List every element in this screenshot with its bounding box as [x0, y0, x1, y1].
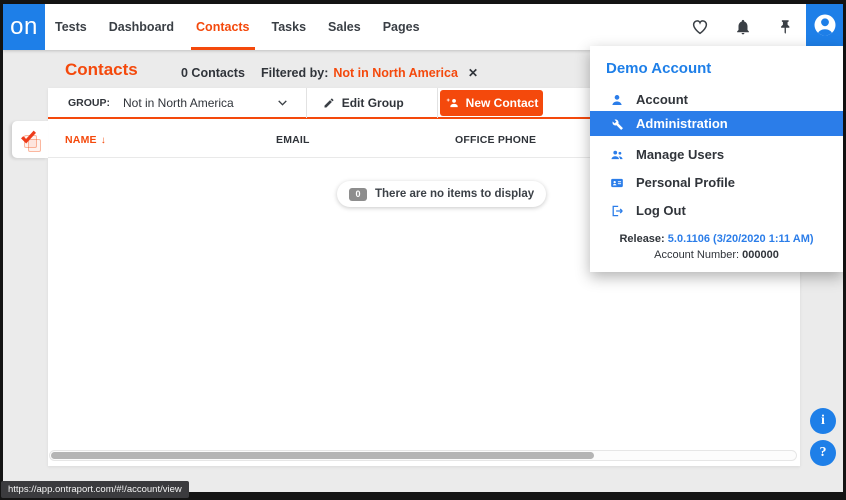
add-contact-icon: [445, 96, 459, 110]
empty-state-message: 0 There are no items to display: [337, 181, 546, 207]
menu-item-label: Administration: [636, 116, 728, 131]
account-number-info: Account Number: 000000: [590, 249, 843, 261]
user-icon: [610, 93, 624, 107]
checkmark-icon: [19, 127, 38, 146]
users-icon: [610, 148, 624, 162]
menu-item-label: Account: [636, 92, 688, 107]
menu-item-manage-users[interactable]: Manage Users: [590, 142, 843, 167]
account-number-label: Account Number:: [654, 249, 739, 261]
nav-item-dashboard[interactable]: Dashboard: [98, 4, 185, 50]
column-header-name[interactable]: NAME ↓: [65, 134, 106, 146]
account-dropdown-menu: Demo Account Account Administration Mana…: [590, 46, 843, 272]
ontraport-logo[interactable]: on: [3, 4, 45, 50]
select-all-checkbox[interactable]: [12, 121, 48, 158]
page-title: Contacts: [65, 60, 138, 80]
horizontal-scrollbar[interactable]: [49, 450, 797, 461]
release-label: Release:: [619, 233, 664, 245]
contact-count: 0 Contacts: [181, 66, 245, 80]
menu-item-personal-profile[interactable]: Personal Profile: [590, 170, 843, 195]
nav-item-contacts[interactable]: Contacts: [185, 4, 260, 50]
top-nav-bar: on Tests Dashboard Contacts Tasks Sales …: [3, 4, 843, 50]
menu-item-account[interactable]: Account: [590, 87, 843, 112]
zero-count-badge: 0: [349, 188, 367, 201]
release-info: Release: 5.0.1106 (3/20/2020 1:11 AM): [590, 233, 843, 245]
new-contact-label: New Contact: [466, 96, 539, 110]
nav-item-tasks[interactable]: Tasks: [261, 4, 318, 50]
notifications-bell-icon[interactable]: [734, 18, 752, 36]
help-button[interactable]: ?: [810, 440, 836, 466]
account-menu-title: Demo Account: [606, 60, 711, 77]
group-label: GROUP:: [68, 97, 110, 109]
new-contact-button[interactable]: New Contact: [440, 90, 543, 116]
empty-state-text: There are no items to display: [375, 188, 534, 200]
nav-item-tests[interactable]: Tests: [44, 4, 98, 50]
account-number-value: 000000: [742, 249, 779, 261]
menu-item-log-out[interactable]: Log Out: [590, 198, 843, 223]
status-bar-url: https://app.ontraport.com/#!/account/vie…: [1, 481, 189, 498]
menu-item-label: Personal Profile: [636, 175, 735, 190]
favorites-heart-icon[interactable]: [691, 18, 709, 36]
avatar-user-icon: [813, 13, 837, 37]
nav-item-pages[interactable]: Pages: [372, 4, 431, 50]
main-nav: Tests Dashboard Contacts Tasks Sales Pag…: [44, 4, 431, 50]
column-header-email[interactable]: EMAIL: [276, 134, 310, 146]
app-window: on Tests Dashboard Contacts Tasks Sales …: [3, 4, 843, 492]
account-avatar-button[interactable]: [806, 4, 843, 46]
nav-item-sales[interactable]: Sales: [317, 4, 372, 50]
column-header-office-phone[interactable]: OFFICE PHONE: [455, 134, 536, 146]
wrench-icon: [610, 117, 624, 131]
filter-value-link[interactable]: Not in North America: [333, 66, 458, 80]
group-select-dropdown[interactable]: Not in North America: [110, 96, 289, 110]
menu-item-label: Log Out: [636, 203, 686, 218]
group-selected-value: Not in North America: [123, 96, 234, 110]
sort-descending-icon: ↓: [101, 135, 106, 146]
chevron-down-icon: [276, 96, 289, 109]
scrollbar-thumb[interactable]: [51, 452, 594, 459]
pencil-icon: [323, 97, 335, 109]
filtered-by-label: Filtered by:: [261, 66, 328, 80]
menu-item-administration[interactable]: Administration: [590, 111, 843, 136]
filter-bar: Filtered by: Not in North America ✕: [261, 66, 478, 80]
name-column-label: NAME: [65, 134, 97, 146]
edit-group-button[interactable]: Edit Group: [307, 88, 420, 118]
nav-icon-group: [691, 4, 795, 50]
release-value[interactable]: 5.0.1106 (3/20/2020 1:11 AM): [668, 233, 814, 245]
id-card-icon: [610, 176, 624, 190]
edit-group-label: Edit Group: [342, 96, 404, 110]
logout-icon: [610, 204, 624, 218]
menu-item-label: Manage Users: [636, 147, 724, 162]
clear-filter-icon[interactable]: ✕: [468, 66, 478, 80]
pin-icon[interactable]: [777, 18, 795, 36]
info-button[interactable]: i: [810, 408, 836, 434]
